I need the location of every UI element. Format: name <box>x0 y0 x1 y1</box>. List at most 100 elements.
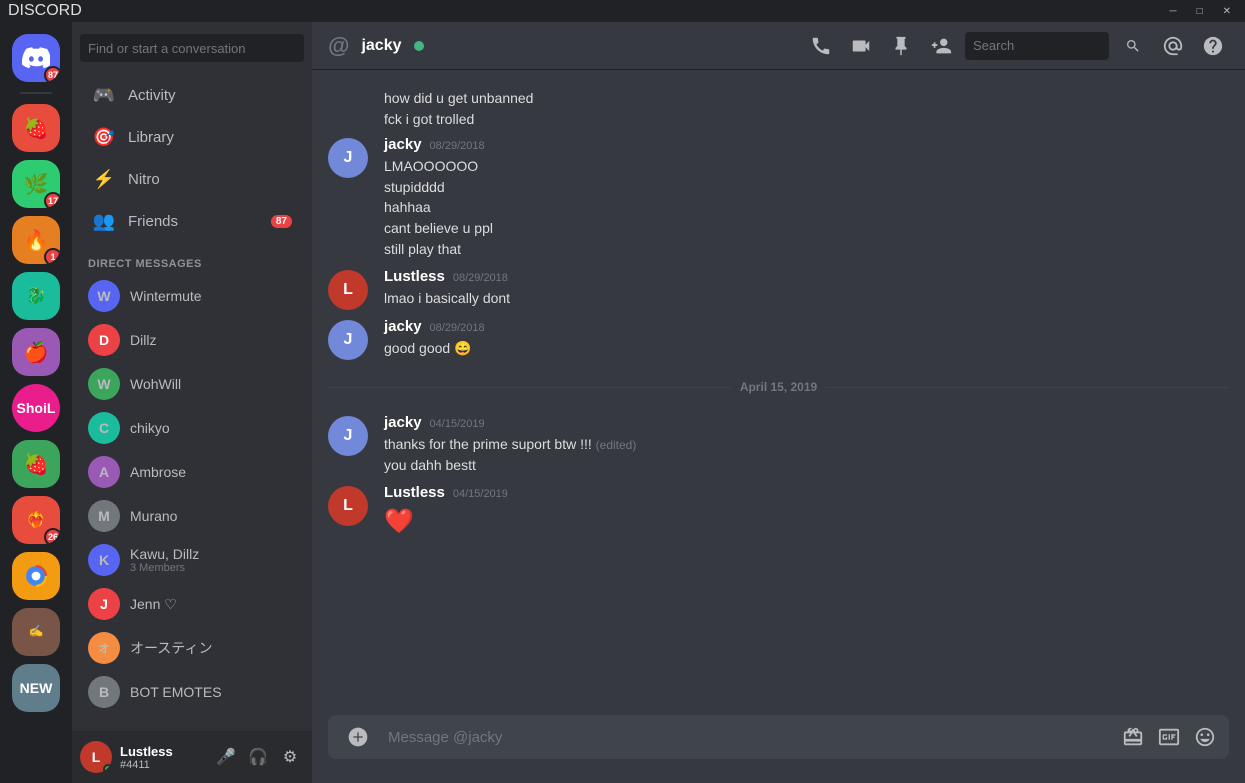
chat-search-input[interactable] <box>965 32 1109 60</box>
sidebar-item-friends-label: Friends <box>128 213 178 230</box>
search-icon-button[interactable] <box>1117 30 1149 62</box>
sidebar-item-library[interactable]: 🎯 Library <box>80 117 304 157</box>
deafen-button[interactable]: 🎧 <box>244 743 272 771</box>
dm-item-wohwill[interactable]: W WohWill <box>80 362 304 406</box>
date-line-left <box>328 387 732 388</box>
dm-name-jenn: Jenn ♡ <box>130 596 296 613</box>
message-author: jacky <box>384 318 422 335</box>
dm-name-kawu-dillz: Kawu, Dillz <box>130 546 199 562</box>
message-header: Lustless 08/29/2018 <box>384 268 1229 285</box>
chat-username: jacky <box>361 37 401 55</box>
avatar-jenn: J <box>88 588 120 620</box>
date-line-right <box>825 387 1229 388</box>
avatar-austin: オ <box>88 632 120 664</box>
dm-item-wintermute[interactable]: W Wintermute <box>80 274 304 318</box>
dm-item-bot-emotes[interactable]: B BOT EMOTES <box>80 670 304 714</box>
dm-item-austin[interactable]: オ オースティン <box>80 626 304 670</box>
maximize-button[interactable]: □ <box>1191 4 1209 19</box>
dm-section: DIRECT MESSAGES W Wintermute D Dillz W W… <box>72 242 312 731</box>
close-button[interactable]: ✕ <box>1217 4 1237 19</box>
avatar-dillz: D <box>88 324 120 356</box>
dm-item-kawu-dillz[interactable]: K Kawu, Dillz 3 Members <box>80 538 304 582</box>
server-icon-3[interactable]: 🔥 1 <box>12 216 60 264</box>
message-group-jacky-1: J jacky 08/29/2018 LMAOOOOOO stupidddd h… <box>312 132 1245 264</box>
sidebar-item-library-label: Library <box>128 129 174 146</box>
at-button[interactable] <box>1157 30 1189 62</box>
avatar-lustless: L <box>328 270 368 310</box>
friends-icon: 👥 <box>92 209 116 233</box>
message-header: Lustless 04/15/2019 <box>384 484 1229 501</box>
server-icon-9[interactable] <box>12 552 60 600</box>
call-button[interactable] <box>805 30 837 62</box>
message-header: jacky 08/29/2018 <box>384 318 1229 335</box>
server-icon-2[interactable]: 🌿 17 <box>12 160 60 208</box>
chat-header: @ jacky <box>312 22 1245 70</box>
message-content: jacky 08/29/2018 LMAOOOOOO stupidddd hah… <box>384 136 1229 260</box>
dm-item-murano[interactable]: M Murano <box>80 494 304 538</box>
pin-button[interactable] <box>885 30 917 62</box>
emoji-button[interactable] <box>1189 721 1221 753</box>
add-attachment-button[interactable] <box>336 715 380 759</box>
avatar-kawu-dillz: K <box>88 544 120 576</box>
minimize-button[interactable]: ─ <box>1163 4 1182 19</box>
dm-name-austin: オースティン <box>130 638 296 658</box>
gift-button[interactable] <box>1117 721 1149 753</box>
date-label: April 15, 2019 <box>740 380 817 394</box>
dm-name-ambrose: Ambrose <box>130 464 296 480</box>
avatar-ambrose: A <box>88 456 120 488</box>
message-text: how did u get unbanned fck i got trolled <box>384 89 1229 129</box>
video-button[interactable] <box>845 30 877 62</box>
add-friend-button[interactable] <box>925 30 957 62</box>
messages-container[interactable]: how did u get unbanned fck i got trolled… <box>312 70 1245 715</box>
server-icon-5[interactable]: 🍎 <box>12 328 60 376</box>
dm-item-chikyo[interactable]: C chikyo <box>80 406 304 450</box>
search-input[interactable] <box>88 41 296 56</box>
sidebar-item-friends[interactable]: 👥 Friends 87 <box>80 201 304 241</box>
message-line-1: thanks for the prime suport btw !!! (edi… <box>384 435 1229 455</box>
message-content: jacky 08/29/2018 good good 😄 <box>384 318 1229 360</box>
discord-home-button[interactable]: 87 <box>12 34 60 82</box>
message-input[interactable] <box>388 717 1109 758</box>
dm-section-label: DIRECT MESSAGES <box>80 242 304 274</box>
server-icon-7[interactable]: 🍓 <box>12 440 60 488</box>
server-icon-10[interactable]: ✍ <box>12 608 60 656</box>
date-divider-april: April 15, 2019 <box>312 364 1245 410</box>
dm-item-dillz[interactable]: D Dillz <box>80 318 304 362</box>
user-status-dot <box>103 764 112 773</box>
avatar-lustless-2: L <box>328 486 368 526</box>
settings-button[interactable]: ⚙ <box>276 743 304 771</box>
dm-name-dillz: Dillz <box>130 332 296 348</box>
dm-item-jenn[interactable]: J Jenn ♡ <box>80 582 304 626</box>
message-author: jacky <box>384 136 422 153</box>
message-timestamp: 04/15/2019 <box>453 488 508 500</box>
message-header: jacky 04/15/2019 <box>384 414 1229 431</box>
chat-status-dot <box>414 41 424 51</box>
message-content: jacky 04/15/2019 thanks for the prime su… <box>384 414 1229 476</box>
help-button[interactable] <box>1197 30 1229 62</box>
message-continuation-1: how did u get unbanned fck i got trolled <box>312 86 1245 132</box>
avatar-bot-emotes: B <box>88 676 120 708</box>
message-header: jacky 08/29/2018 <box>384 136 1229 153</box>
message-group-jacky-3: J jacky 04/15/2019 thanks for the prime … <box>312 410 1245 480</box>
sidebar-item-activity[interactable]: 🎮 Activity <box>80 75 304 115</box>
message-author: Lustless <box>384 484 445 501</box>
search-input-wrap[interactable] <box>80 34 304 62</box>
dm-item-ambrose[interactable]: A Ambrose <box>80 450 304 494</box>
server-divider <box>20 92 52 94</box>
user-info: Lustless #4411 <box>120 744 173 771</box>
server-icon-4[interactable]: 🐉 <box>12 272 60 320</box>
server-icon-6[interactable]: ShoiL <box>12 384 60 432</box>
dm-name-wintermute: Wintermute <box>130 288 202 304</box>
titlebar-controls: ─ □ ✕ <box>1163 4 1237 19</box>
sidebar-item-nitro[interactable]: ⚡ Nitro <box>80 159 304 199</box>
at-symbol: @ <box>328 33 349 59</box>
message-group-jacky-2: J jacky 08/29/2018 good good 😄 <box>312 314 1245 364</box>
avatar-wintermute: W <box>88 280 120 312</box>
message-timestamp: 08/29/2018 <box>430 140 485 152</box>
server-icon-11[interactable]: NEW <box>12 664 60 712</box>
server-icon-8[interactable]: ❤️‍🔥 26 <box>12 496 60 544</box>
server-icon-1[interactable]: 🍓 <box>12 104 60 152</box>
discord-badge: 87 <box>44 66 60 82</box>
mute-button[interactable]: 🎤 <box>212 743 240 771</box>
gif-button[interactable] <box>1153 721 1185 753</box>
